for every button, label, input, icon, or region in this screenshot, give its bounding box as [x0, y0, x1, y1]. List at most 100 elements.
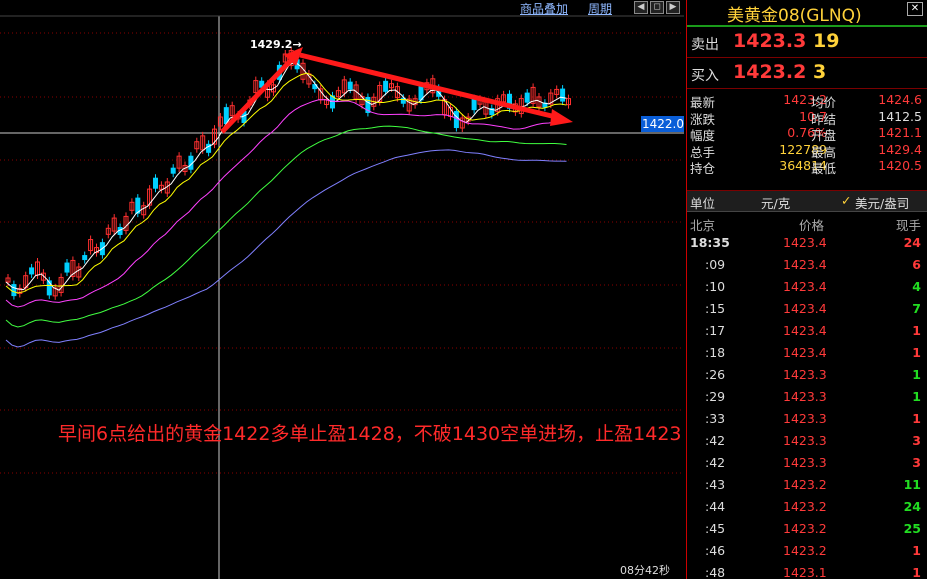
tick-time: :48 — [705, 565, 726, 579]
tick-time: 18:35 — [690, 235, 730, 250]
stats-row: 最新 1423.2 均价 1424.6 — [687, 92, 927, 110]
stat-value: 1429.4 — [878, 141, 922, 157]
tick-price: 1423.4 — [783, 257, 827, 272]
candle-body — [524, 92, 530, 103]
stat-label: 持仓 — [690, 161, 716, 176]
unit-usd-option[interactable]: 美元/盎司 — [855, 193, 909, 212]
tick-row: :29 1423.3 1 — [687, 386, 927, 408]
tick-volume: 4 — [912, 279, 921, 294]
down-arrow-head — [550, 109, 573, 126]
tick-price: 1423.4 — [783, 235, 827, 250]
tick-row: :45 1423.2 25 — [687, 518, 927, 540]
buy-quote-row: 买入 1423.2 3 — [687, 58, 927, 89]
tick-row: :33 1423.3 1 — [687, 408, 927, 430]
tick-volume: 24 — [903, 499, 921, 514]
tick-row: :48 1423.1 1 — [687, 562, 927, 579]
unit-cny-option[interactable]: 元/克 — [761, 193, 790, 212]
tick-row: :15 1423.4 7 — [687, 298, 927, 320]
tick-row: :43 1423.2 11 — [687, 474, 927, 496]
tick-time: :29 — [705, 389, 726, 404]
overlay-link[interactable]: 商品叠加 — [520, 0, 568, 17]
tick-time: :33 — [705, 411, 726, 426]
unit-label: 单位 — [690, 196, 716, 211]
tick-row: :09 1423.4 6 — [687, 254, 927, 276]
ma20-line — [5, 99, 567, 308]
tick-volume: 25 — [903, 521, 921, 536]
period-link[interactable]: 周期 — [588, 0, 612, 17]
check-icon: ✓ — [841, 193, 852, 208]
current-price-tag: 1422.0 — [641, 116, 684, 132]
sell-price: 1423.3 — [733, 30, 807, 52]
buy-label: 买入 — [691, 68, 719, 84]
unit-row: 单位 元/克 ✓ 美元/盎司 — [687, 191, 927, 212]
sell-volume: 19 — [813, 30, 840, 52]
tick-price: 1423.3 — [783, 455, 827, 470]
tick-row: :18 1423.4 1 — [687, 342, 927, 364]
tick-volume: 1 — [912, 345, 921, 360]
candle-body — [11, 284, 17, 297]
buy-price: 1423.2 — [733, 61, 807, 83]
peak-price-label: 1429.2→ — [250, 38, 302, 51]
candle-body — [383, 80, 389, 92]
tick-price: 1423.1 — [783, 565, 827, 579]
tick-time: :10 — [705, 279, 726, 294]
stat-label: 最低 — [811, 161, 837, 176]
quote-title-bar: 美黄金08(GLNQ) ✕ — [687, 0, 927, 27]
ticks-list[interactable]: 18:35 1423.4 24:09 1423.4 6:10 1423.4 4:15 1423… — [687, 232, 927, 579]
prev-icon[interactable]: ◀ — [634, 1, 648, 14]
tick-time: :26 — [705, 367, 726, 382]
tick-time: :09 — [705, 257, 726, 272]
tick-volume: 6 — [912, 257, 921, 272]
tick-volume: 1 — [912, 389, 921, 404]
tick-volume: 11 — [903, 477, 921, 492]
close-icon[interactable]: ✕ — [907, 2, 923, 16]
ma10-line — [5, 72, 567, 294]
up-arrow-line — [220, 53, 298, 134]
sell-quote-row: 卖出 1423.3 19 — [687, 27, 927, 58]
tick-volume: 1 — [912, 565, 921, 579]
stats-row: 幅度 0.76% 开盘 1421.1 — [687, 125, 927, 143]
stats-table: 最新 1423.2 均价 1424.6 涨跌 10.7 昨结 1412.5 幅度 0.76% 开盘 1… — [687, 89, 927, 191]
ma40-line — [5, 125, 567, 328]
tick-volume: 3 — [912, 433, 921, 448]
countdown-timer: 08分42秒 — [620, 564, 670, 577]
tick-time: :43 — [705, 477, 726, 492]
stat-value: 1420.5 — [878, 158, 922, 173]
tick-row: :42 1423.3 3 — [687, 452, 927, 474]
sell-label: 卖出 — [691, 37, 719, 53]
ma60-line — [5, 149, 567, 348]
tick-price: 1423.4 — [783, 323, 827, 338]
stat-value: 1424.6 — [878, 92, 922, 107]
candle-body — [153, 177, 158, 189]
tick-price: 1423.2 — [783, 521, 827, 536]
tick-price: 1423.2 — [783, 477, 827, 492]
tick-price: 1423.3 — [783, 367, 827, 382]
kline-chart[interactable]: 商品叠加 周期 ◀ ◻ ▶ 1429.2→ 1422.0 早间6点给出的黄金14… — [0, 0, 684, 579]
stat-value: 1412.5 — [878, 108, 922, 124]
tick-time: :17 — [705, 323, 726, 338]
tick-row: :17 1423.4 1 — [687, 320, 927, 342]
tick-volume: 1 — [912, 367, 921, 382]
candle-body — [170, 167, 176, 174]
ma5-line — [5, 61, 567, 291]
tick-time: :44 — [705, 499, 726, 514]
tick-row: :26 1423.3 1 — [687, 364, 927, 386]
tick-price: 1423.4 — [783, 345, 827, 360]
tick-row: 18:35 1423.4 24 — [687, 232, 927, 254]
tick-volume: 1 — [912, 543, 921, 558]
tick-price: 1423.3 — [783, 389, 827, 404]
tick-row: :44 1423.2 24 — [687, 496, 927, 518]
tick-time: :18 — [705, 345, 726, 360]
tick-price: 1423.3 — [783, 411, 827, 426]
tick-row: :10 1423.4 4 — [687, 276, 927, 298]
next-icon[interactable]: ▶ — [666, 1, 680, 14]
tick-row: :46 1423.2 1 — [687, 540, 927, 562]
candle-body — [471, 98, 477, 111]
kline-canvas[interactable] — [0, 0, 684, 579]
restore-icon[interactable]: ◻ — [650, 1, 664, 14]
candle-body — [29, 267, 35, 275]
tick-time: :15 — [705, 301, 726, 316]
ticks-header: 北京 价格 现手 — [687, 212, 927, 233]
tick-row: :42 1423.3 3 — [687, 430, 927, 452]
tick-time: :42 — [705, 433, 726, 448]
